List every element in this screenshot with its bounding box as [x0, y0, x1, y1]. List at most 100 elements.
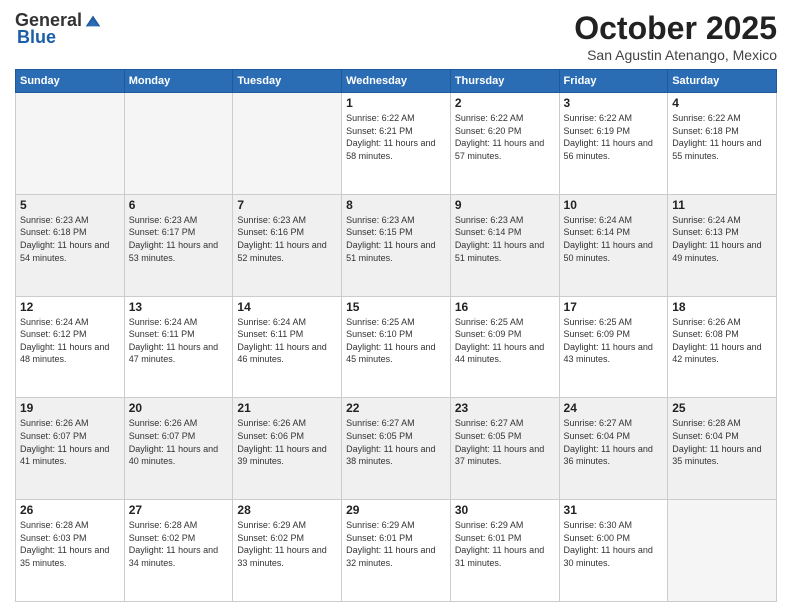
- day-info: Sunrise: 6:24 AMSunset: 6:12 PMDaylight:…: [20, 316, 120, 366]
- day-info: Sunrise: 6:22 AMSunset: 6:21 PMDaylight:…: [346, 112, 446, 162]
- weekday-header: Saturday: [668, 70, 777, 93]
- day-info: Sunrise: 6:28 AMSunset: 6:04 PMDaylight:…: [672, 417, 772, 467]
- day-number: 13: [129, 300, 229, 314]
- logo: General Blue: [15, 10, 102, 48]
- calendar-day-cell: 2 Sunrise: 6:22 AMSunset: 6:20 PMDaylight…: [450, 93, 559, 195]
- day-info: Sunrise: 6:26 AMSunset: 6:06 PMDaylight:…: [237, 417, 337, 467]
- day-number: 19: [20, 401, 120, 415]
- calendar-week-row: 19 Sunrise: 6:26 AMSunset: 6:07 PMDayligh…: [16, 398, 777, 500]
- day-info: Sunrise: 6:23 AMSunset: 6:18 PMDaylight:…: [20, 214, 120, 264]
- weekday-header: Friday: [559, 70, 668, 93]
- calendar-day-cell: 13Sunrise: 6:24 AMSunset: 6:11 PMDayligh…: [124, 296, 233, 398]
- calendar-day-cell: [16, 93, 125, 195]
- day-number: 22: [346, 401, 446, 415]
- day-number: 17: [564, 300, 664, 314]
- day-number: 1: [346, 96, 446, 110]
- calendar-day-cell: 11Sunrise: 6:24 AMSunset: 6:13 PMDayligh…: [668, 194, 777, 296]
- day-info: Sunrise: 6:23 AMSunset: 6:16 PMDaylight:…: [237, 214, 337, 264]
- calendar-day-cell: 15Sunrise: 6:25 AMSunset: 6:10 PMDayligh…: [342, 296, 451, 398]
- calendar-day-cell: 9 Sunrise: 6:23 AMSunset: 6:14 PMDaylight…: [450, 194, 559, 296]
- day-info: Sunrise: 6:25 AMSunset: 6:09 PMDaylight:…: [455, 316, 555, 366]
- day-number: 7: [237, 198, 337, 212]
- day-info: Sunrise: 6:22 AMSunset: 6:19 PMDaylight:…: [564, 112, 664, 162]
- title-block: October 2025 San Agustin Atenango, Mexic…: [574, 10, 777, 63]
- month-title: October 2025: [574, 10, 777, 47]
- day-number: 21: [237, 401, 337, 415]
- calendar-day-cell: 16Sunrise: 6:25 AMSunset: 6:09 PMDayligh…: [450, 296, 559, 398]
- day-info: Sunrise: 6:29 AMSunset: 6:01 PMDaylight:…: [455, 519, 555, 569]
- calendar-day-cell: 25Sunrise: 6:28 AMSunset: 6:04 PMDayligh…: [668, 398, 777, 500]
- calendar-day-cell: 20Sunrise: 6:26 AMSunset: 6:07 PMDayligh…: [124, 398, 233, 500]
- weekday-header: Wednesday: [342, 70, 451, 93]
- day-number: 28: [237, 503, 337, 517]
- calendar-day-cell: 19 Sunrise: 6:26 AMSunset: 6:07 PMDayligh…: [16, 398, 125, 500]
- day-info: Sunrise: 6:29 AMSunset: 6:01 PMDaylight:…: [346, 519, 446, 569]
- day-info: Sunrise: 6:28 AMSunset: 6:03 PMDaylight:…: [20, 519, 120, 569]
- calendar-day-cell: [668, 500, 777, 602]
- calendar-day-cell: 17 Sunrise: 6:25 AMSunset: 6:09 PMDayligh…: [559, 296, 668, 398]
- day-number: 15: [346, 300, 446, 314]
- calendar-day-cell: 28 Sunrise: 6:29 AMSunset: 6:02 PMDayligh…: [233, 500, 342, 602]
- calendar-day-cell: 30 Sunrise: 6:29 AMSunset: 6:01 PMDayligh…: [450, 500, 559, 602]
- calendar-day-cell: 8 Sunrise: 6:23 AMSunset: 6:15 PMDaylight…: [342, 194, 451, 296]
- calendar-day-cell: 3Sunrise: 6:22 AMSunset: 6:19 PMDaylight…: [559, 93, 668, 195]
- day-info: Sunrise: 6:27 AMSunset: 6:04 PMDaylight:…: [564, 417, 664, 467]
- calendar-day-cell: 10Sunrise: 6:24 AMSunset: 6:14 PMDayligh…: [559, 194, 668, 296]
- calendar-day-cell: [233, 93, 342, 195]
- logo-icon: [84, 12, 102, 30]
- day-info: Sunrise: 6:28 AMSunset: 6:02 PMDaylight:…: [129, 519, 229, 569]
- day-info: Sunrise: 6:22 AMSunset: 6:20 PMDaylight:…: [455, 112, 555, 162]
- day-number: 23: [455, 401, 555, 415]
- logo-blue: Blue: [17, 27, 56, 48]
- calendar-day-cell: 1 Sunrise: 6:22 AMSunset: 6:21 PMDaylight…: [342, 93, 451, 195]
- calendar-day-cell: 31Sunrise: 6:30 AMSunset: 6:00 PMDayligh…: [559, 500, 668, 602]
- calendar-day-cell: 4Sunrise: 6:22 AMSunset: 6:18 PMDaylight…: [668, 93, 777, 195]
- day-number: 30: [455, 503, 555, 517]
- day-number: 9: [455, 198, 555, 212]
- calendar-week-row: 5 Sunrise: 6:23 AMSunset: 6:18 PMDaylight…: [16, 194, 777, 296]
- day-info: Sunrise: 6:26 AMSunset: 6:07 PMDaylight:…: [20, 417, 120, 467]
- day-info: Sunrise: 6:23 AMSunset: 6:17 PMDaylight:…: [129, 214, 229, 264]
- day-number: 5: [20, 198, 120, 212]
- day-number: 2: [455, 96, 555, 110]
- calendar-week-row: 12 Sunrise: 6:24 AMSunset: 6:12 PMDayligh…: [16, 296, 777, 398]
- weekday-header: Tuesday: [233, 70, 342, 93]
- calendar-day-cell: 6 Sunrise: 6:23 AMSunset: 6:17 PMDaylight…: [124, 194, 233, 296]
- weekday-header: Sunday: [16, 70, 125, 93]
- day-number: 11: [672, 198, 772, 212]
- day-number: 20: [129, 401, 229, 415]
- calendar-week-row: 1 Sunrise: 6:22 AMSunset: 6:21 PMDaylight…: [16, 93, 777, 195]
- day-number: 6: [129, 198, 229, 212]
- weekday-header: Monday: [124, 70, 233, 93]
- day-number: 4: [672, 96, 772, 110]
- calendar-day-cell: 24 Sunrise: 6:27 AMSunset: 6:04 PMDayligh…: [559, 398, 668, 500]
- day-number: 24: [564, 401, 664, 415]
- day-number: 18: [672, 300, 772, 314]
- day-number: 8: [346, 198, 446, 212]
- day-info: Sunrise: 6:29 AMSunset: 6:02 PMDaylight:…: [237, 519, 337, 569]
- calendar-day-cell: 12 Sunrise: 6:24 AMSunset: 6:12 PMDayligh…: [16, 296, 125, 398]
- calendar-day-cell: 18 Sunrise: 6:26 AMSunset: 6:08 PMDayligh…: [668, 296, 777, 398]
- calendar-week-row: 26 Sunrise: 6:28 AMSunset: 6:03 PMDayligh…: [16, 500, 777, 602]
- day-number: 12: [20, 300, 120, 314]
- page: General Blue October 2025 San Agustin At…: [0, 0, 792, 612]
- day-number: 26: [20, 503, 120, 517]
- calendar-day-cell: 23Sunrise: 6:27 AMSunset: 6:05 PMDayligh…: [450, 398, 559, 500]
- calendar-day-cell: 5 Sunrise: 6:23 AMSunset: 6:18 PMDaylight…: [16, 194, 125, 296]
- header: General Blue October 2025 San Agustin At…: [15, 10, 777, 63]
- calendar-header-row: SundayMondayTuesdayWednesdayThursdayFrid…: [16, 70, 777, 93]
- location-title: San Agustin Atenango, Mexico: [574, 47, 777, 63]
- day-info: Sunrise: 6:23 AMSunset: 6:15 PMDaylight:…: [346, 214, 446, 264]
- day-info: Sunrise: 6:27 AMSunset: 6:05 PMDaylight:…: [346, 417, 446, 467]
- calendar-day-cell: 7 Sunrise: 6:23 AMSunset: 6:16 PMDaylight…: [233, 194, 342, 296]
- day-info: Sunrise: 6:23 AMSunset: 6:14 PMDaylight:…: [455, 214, 555, 264]
- day-number: 10: [564, 198, 664, 212]
- calendar-day-cell: 27 Sunrise: 6:28 AMSunset: 6:02 PMDayligh…: [124, 500, 233, 602]
- calendar-day-cell: 21 Sunrise: 6:26 AMSunset: 6:06 PMDayligh…: [233, 398, 342, 500]
- calendar-day-cell: 22 Sunrise: 6:27 AMSunset: 6:05 PMDayligh…: [342, 398, 451, 500]
- day-number: 27: [129, 503, 229, 517]
- day-info: Sunrise: 6:26 AMSunset: 6:08 PMDaylight:…: [672, 316, 772, 366]
- day-info: Sunrise: 6:25 AMSunset: 6:09 PMDaylight:…: [564, 316, 664, 366]
- day-number: 29: [346, 503, 446, 517]
- calendar-day-cell: 26 Sunrise: 6:28 AMSunset: 6:03 PMDayligh…: [16, 500, 125, 602]
